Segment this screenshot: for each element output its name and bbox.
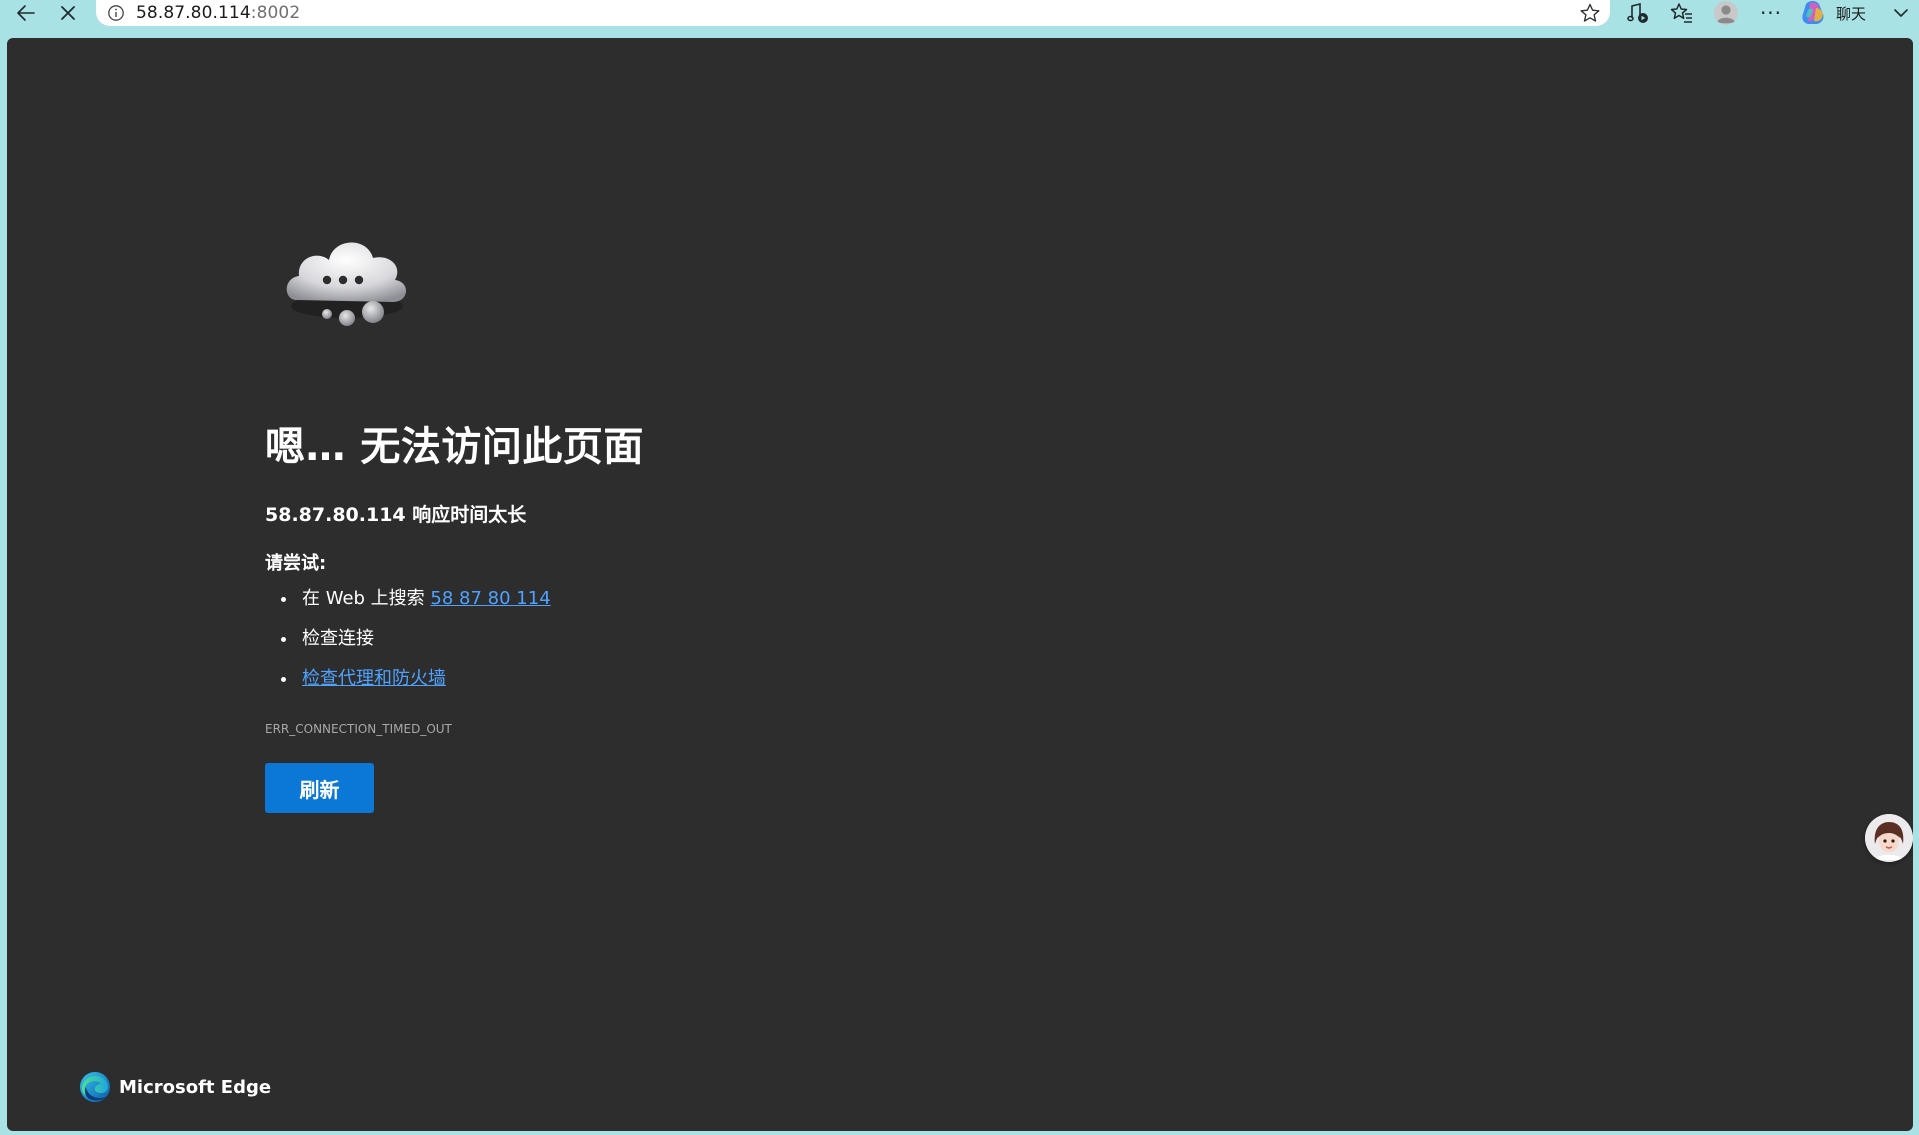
copilot-chat-button[interactable]: 聊天 — [1800, 0, 1886, 26]
info-icon[interactable] — [106, 3, 126, 23]
suggestion-check-connection: 检查连接 — [265, 626, 551, 666]
bullet-icon — [281, 637, 286, 642]
error-code: ERR_CONNECTION_TIMED_OUT — [265, 722, 452, 736]
avatar-icon — [1865, 814, 1913, 862]
read-aloud-button[interactable] — [1622, 0, 1654, 26]
suggestions-heading: 请尝试: — [265, 553, 327, 574]
check-proxy-firewall-link[interactable]: 检查代理和防火墙 — [302, 668, 446, 689]
back-button[interactable] — [10, 0, 42, 26]
stop-loading-button[interactable] — [52, 0, 84, 26]
arrow-left-icon — [17, 5, 35, 21]
search-web-link[interactable]: 58 87 80 114 — [430, 588, 550, 609]
bullet-icon — [281, 597, 286, 602]
read-aloud-icon — [1627, 2, 1648, 23]
profile-icon — [1714, 1, 1738, 25]
url-port: :8002 — [250, 3, 301, 23]
ellipsis-icon: ··· — [1759, 1, 1783, 25]
close-icon — [61, 6, 75, 20]
suggestion-search-web: 在 Web 上搜索 58 87 80 114 — [265, 586, 551, 626]
edge-branding: Microsoft Edge — [79, 1071, 271, 1103]
assistant-avatar-button[interactable] — [1865, 814, 1913, 862]
cloud-thinking-icon — [277, 208, 417, 358]
more-options-button[interactable]: ··· — [1755, 0, 1787, 26]
toolbar-dropdown-button[interactable] — [1886, 0, 1916, 26]
edge-logo-icon — [80, 1072, 110, 1102]
favorite-star-button[interactable] — [1578, 1, 1602, 25]
error-page: 嗯… 无法访问此页面 58.87.80.114 响应时间太长 请尝试: 在 We… — [7, 38, 1913, 1131]
favorites-button[interactable] — [1666, 0, 1698, 26]
star-icon — [1580, 3, 1600, 22]
edge-brand-name: Microsoft Edge — [119, 1076, 272, 1098]
favorites-icon — [1670, 3, 1692, 23]
suggestion-search-prefix: 在 Web 上搜索 — [302, 588, 431, 609]
chevron-down-icon — [1894, 9, 1908, 17]
error-detail: 58.87.80.114 响应时间太长 — [265, 504, 527, 526]
copilot-icon — [1802, 1, 1824, 24]
suggestions-list: 在 Web 上搜索 58 87 80 114 检查连接 检查代理和防火墙 — [265, 586, 551, 706]
bullet-icon — [281, 677, 286, 682]
suggestion-check-connection-label: 检查连接 — [302, 628, 374, 649]
profile-button[interactable] — [1710, 0, 1742, 26]
browser-toolbar: 58.87.80.114:8002 ··· 聊天 — [0, 0, 1919, 36]
error-title: 嗯… 无法访问此页面 — [265, 424, 644, 470]
browser-window: 58.87.80.114:8002 ··· 聊天 嗯… 无法访问此页面 58.8… — [0, 0, 1919, 1135]
refresh-button[interactable]: 刷新 — [265, 763, 374, 813]
copilot-label: 聊天 — [1836, 4, 1867, 23]
suggestion-check-proxy: 检查代理和防火墙 — [265, 666, 551, 706]
url-host: 58.87.80.114 — [136, 3, 251, 23]
url-text[interactable]: 58.87.80.114:8002 — [136, 3, 300, 23]
address-bar[interactable]: 58.87.80.114:8002 — [96, 0, 1610, 26]
